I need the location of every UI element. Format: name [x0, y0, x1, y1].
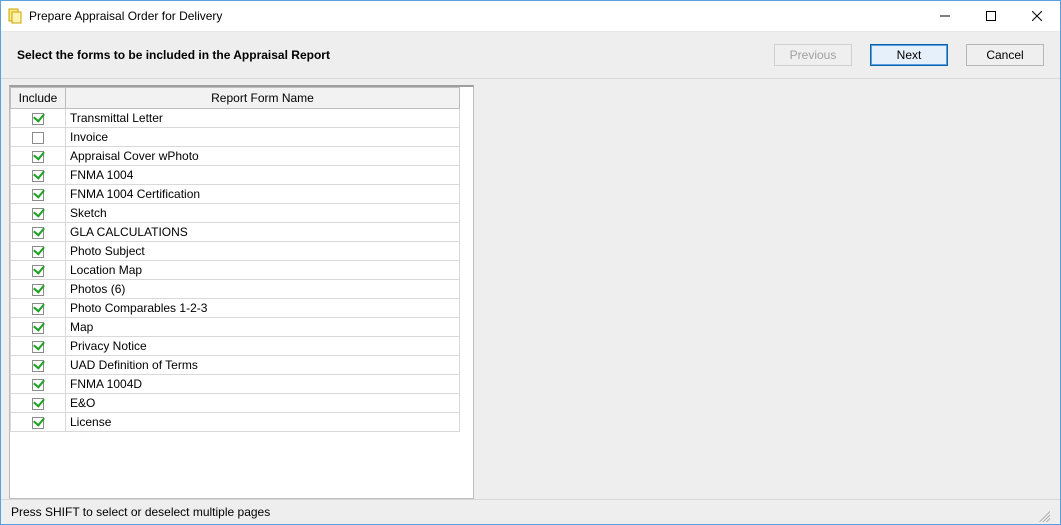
include-cell[interactable]	[11, 318, 66, 337]
include-cell[interactable]	[11, 147, 66, 166]
table-row[interactable]: UAD Definition of Terms	[11, 356, 460, 375]
status-bar: Press SHIFT to select or deselect multip…	[1, 499, 1060, 524]
include-checkbox[interactable]	[32, 284, 44, 296]
include-checkbox[interactable]	[32, 303, 44, 315]
maximize-button[interactable]	[968, 1, 1014, 31]
next-button[interactable]: Next	[870, 44, 948, 66]
previous-button: Previous	[774, 44, 852, 66]
table-row[interactable]: Photos (6)	[11, 280, 460, 299]
form-name-cell[interactable]: Sketch	[66, 204, 460, 223]
wizard-buttons: Previous Next Cancel	[774, 44, 1044, 66]
form-name-cell[interactable]: Photo Subject	[66, 242, 460, 261]
form-name-cell[interactable]: Transmittal Letter	[66, 109, 460, 128]
include-checkbox[interactable]	[32, 379, 44, 391]
form-name-cell[interactable]: License	[66, 413, 460, 432]
close-icon	[1032, 11, 1042, 21]
form-name-cell[interactable]: UAD Definition of Terms	[66, 356, 460, 375]
include-cell[interactable]	[11, 204, 66, 223]
include-cell[interactable]	[11, 337, 66, 356]
include-checkbox[interactable]	[32, 322, 44, 334]
forms-grid: Include Report Form Name Transmittal Let…	[10, 87, 460, 432]
include-cell[interactable]	[11, 242, 66, 261]
window-title: Prepare Appraisal Order for Delivery	[29, 9, 222, 23]
include-cell[interactable]	[11, 166, 66, 185]
include-checkbox[interactable]	[32, 398, 44, 410]
form-name-cell[interactable]: E&O	[66, 394, 460, 413]
include-checkbox[interactable]	[32, 341, 44, 353]
preview-pane	[480, 85, 1052, 499]
maximize-icon	[986, 11, 996, 21]
form-name-cell[interactable]: FNMA 1004D	[66, 375, 460, 394]
titlebar[interactable]: Prepare Appraisal Order for Delivery	[1, 1, 1060, 32]
include-cell[interactable]	[11, 280, 66, 299]
table-row[interactable]: E&O	[11, 394, 460, 413]
form-name-cell[interactable]: FNMA 1004	[66, 166, 460, 185]
table-row[interactable]: Map	[11, 318, 460, 337]
col-header-include[interactable]: Include	[11, 88, 66, 109]
table-row[interactable]: License	[11, 413, 460, 432]
include-cell[interactable]	[11, 375, 66, 394]
include-cell[interactable]	[11, 223, 66, 242]
minimize-icon	[940, 11, 950, 21]
include-cell[interactable]	[11, 413, 66, 432]
include-checkbox[interactable]	[32, 208, 44, 220]
window-controls	[922, 1, 1060, 31]
include-checkbox[interactable]	[32, 151, 44, 163]
table-row[interactable]: Privacy Notice	[11, 337, 460, 356]
include-checkbox[interactable]	[32, 113, 44, 125]
instruction-text: Select the forms to be included in the A…	[17, 48, 774, 62]
include-cell[interactable]	[11, 394, 66, 413]
table-row[interactable]: Photo Comparables 1-2-3	[11, 299, 460, 318]
table-row[interactable]: FNMA 1004 Certification	[11, 185, 460, 204]
table-row[interactable]: Sketch	[11, 204, 460, 223]
app-icon	[7, 8, 23, 24]
table-row[interactable]: Appraisal Cover wPhoto	[11, 147, 460, 166]
include-checkbox[interactable]	[32, 170, 44, 182]
include-cell[interactable]	[11, 109, 66, 128]
table-row[interactable]: Location Map	[11, 261, 460, 280]
include-checkbox[interactable]	[32, 227, 44, 239]
include-cell[interactable]	[11, 299, 66, 318]
form-name-cell[interactable]: Invoice	[66, 128, 460, 147]
col-header-name[interactable]: Report Form Name	[66, 88, 460, 109]
status-hint: Press SHIFT to select or deselect multip…	[11, 505, 270, 519]
content-area: Include Report Form Name Transmittal Let…	[1, 79, 1060, 499]
forms-grid-pane: Include Report Form Name Transmittal Let…	[9, 85, 474, 499]
table-row[interactable]: Invoice	[11, 128, 460, 147]
table-row[interactable]: FNMA 1004D	[11, 375, 460, 394]
form-name-cell[interactable]: Location Map	[66, 261, 460, 280]
table-row[interactable]: Photo Subject	[11, 242, 460, 261]
include-cell[interactable]	[11, 261, 66, 280]
resize-grip-icon[interactable]	[1036, 508, 1050, 522]
include-checkbox[interactable]	[32, 360, 44, 372]
minimize-button[interactable]	[922, 1, 968, 31]
form-name-cell[interactable]: Map	[66, 318, 460, 337]
table-row[interactable]: Transmittal Letter	[11, 109, 460, 128]
include-checkbox[interactable]	[32, 189, 44, 201]
wizard-header: Select the forms to be included in the A…	[1, 32, 1060, 79]
include-cell[interactable]	[11, 128, 66, 147]
form-name-cell[interactable]: Photos (6)	[66, 280, 460, 299]
form-name-cell[interactable]: FNMA 1004 Certification	[66, 185, 460, 204]
table-row[interactable]: FNMA 1004	[11, 166, 460, 185]
include-checkbox[interactable]	[32, 265, 44, 277]
form-name-cell[interactable]: Appraisal Cover wPhoto	[66, 147, 460, 166]
form-name-cell[interactable]: GLA CALCULATIONS	[66, 223, 460, 242]
include-cell[interactable]	[11, 356, 66, 375]
table-row[interactable]: GLA CALCULATIONS	[11, 223, 460, 242]
app-window: Prepare Appraisal Order for Delivery Sel…	[0, 0, 1061, 525]
include-cell[interactable]	[11, 185, 66, 204]
form-name-cell[interactable]: Photo Comparables 1-2-3	[66, 299, 460, 318]
form-name-cell[interactable]: Privacy Notice	[66, 337, 460, 356]
include-checkbox[interactable]	[32, 246, 44, 258]
close-button[interactable]	[1014, 1, 1060, 31]
include-checkbox[interactable]	[32, 417, 44, 429]
include-checkbox[interactable]	[32, 132, 44, 144]
cancel-button[interactable]: Cancel	[966, 44, 1044, 66]
